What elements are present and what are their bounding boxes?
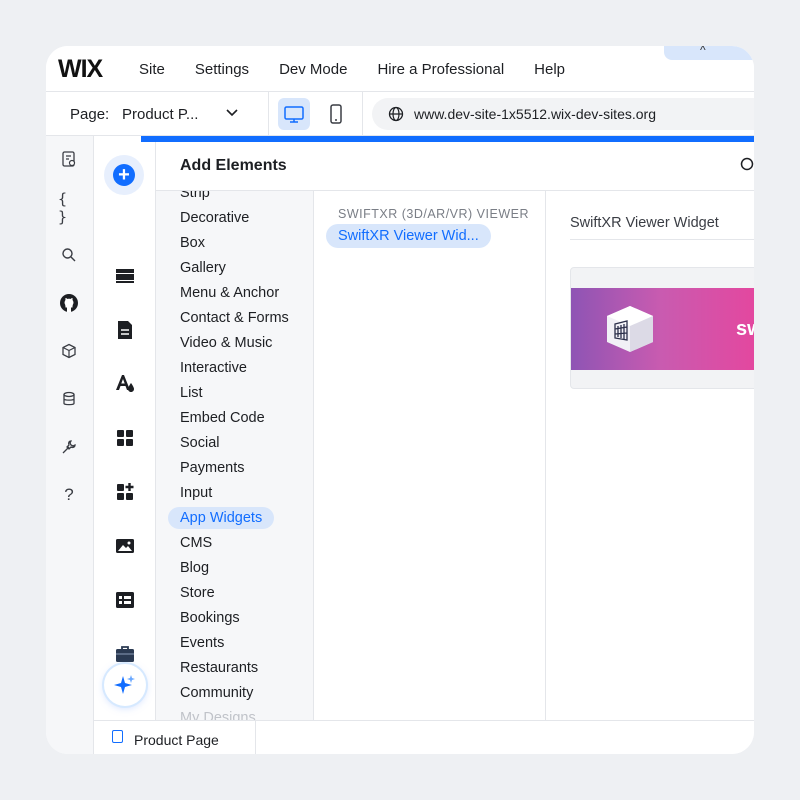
search-icon[interactable] [738, 156, 754, 174]
desktop-view-button[interactable] [278, 98, 310, 130]
main-menu: Site Settings Dev Mode Hire a Profession… [139, 61, 595, 78]
category-item-menu-anchor[interactable]: Menu & Anchor [180, 285, 279, 301]
database-icon[interactable] [58, 388, 80, 410]
category-item-restaurants[interactable]: Restaurants [180, 660, 258, 676]
chevron-up-icon: ^ [700, 46, 706, 57]
divider [362, 92, 363, 136]
theme-icon[interactable] [113, 371, 137, 395]
menu-hire-professional[interactable]: Hire a Professional [377, 61, 504, 78]
category-item-blog[interactable]: Blog [180, 560, 209, 576]
category-item-store[interactable]: Store [180, 585, 215, 601]
category-item-payments[interactable]: Payments [180, 460, 244, 476]
widget-banner-image: sw [571, 288, 754, 370]
ai-assistant-icon [114, 675, 135, 694]
category-item-box[interactable]: Box [180, 235, 205, 251]
divider [570, 239, 754, 240]
site-url: www.dev-site-1x5512.wix-dev-sites.org [414, 106, 656, 122]
subcategory-list: SWIFTXR (3D/AR/VR) VIEWER SwiftXR Viewer… [314, 191, 546, 720]
help-icon[interactable]: ? [58, 484, 80, 506]
top-menu-bar: WIX Site Settings Dev Mode Hire a Profes… [46, 46, 754, 92]
site-url-bar[interactable]: www.dev-site-1x5512.wix-dev-sites.org [372, 98, 754, 130]
package-icon[interactable] [58, 340, 80, 362]
category-item-social[interactable]: Social [180, 435, 220, 451]
page-selector[interactable]: Product P... [122, 106, 198, 123]
add-elements-icon: + [113, 164, 135, 186]
category-item-list[interactable]: List [180, 385, 203, 401]
menu-settings[interactable]: Settings [195, 61, 249, 78]
globe-icon [388, 106, 404, 122]
mobile-icon [330, 104, 342, 124]
apps-icon[interactable] [113, 426, 137, 450]
category-item-decorative[interactable]: Decorative [180, 210, 249, 226]
pages-doc-icon[interactable] [113, 318, 137, 342]
cms-icon[interactable] [113, 588, 137, 612]
github-icon[interactable] [58, 292, 80, 314]
category-item-cms[interactable]: CMS [180, 535, 212, 551]
widget-preview-area: SwiftXR Viewer Widget sw [546, 191, 754, 720]
pages-icon[interactable] [58, 148, 80, 170]
page-toolbar: Page: Product P... www.dev-site-1x5512.w… [46, 92, 754, 136]
preview-title: SwiftXR Viewer Widget [570, 215, 719, 231]
menu-dev-mode[interactable]: Dev Mode [279, 61, 347, 78]
category-item-community[interactable]: Community [180, 685, 253, 701]
subcategory-heading: SWIFTXR (3D/AR/VR) VIEWER [338, 207, 529, 221]
chevron-down-icon[interactable] [224, 102, 240, 122]
page-tab[interactable]: Product Page [94, 721, 256, 754]
subcategory-item-swiftxr[interactable]: SwiftXR Viewer Wid... [326, 224, 491, 248]
category-item-my-designs[interactable]: My Designs [180, 710, 256, 720]
category-item-events[interactable]: Events [180, 635, 224, 651]
tools-icon[interactable] [58, 436, 80, 458]
brand-text: sw [736, 318, 754, 340]
media-icon[interactable] [113, 534, 137, 558]
category-item-bookings[interactable]: Bookings [180, 610, 240, 626]
category-item-gallery[interactable]: Gallery [180, 260, 226, 276]
add-apps-icon[interactable] [113, 480, 137, 504]
menu-site[interactable]: Site [139, 61, 165, 78]
category-item-input[interactable]: Input [180, 485, 212, 501]
widget-preview-card[interactable]: sw [570, 267, 754, 389]
cube-logo-icon [607, 306, 653, 352]
bottom-bar: Product Page [94, 720, 754, 754]
collapse-topbar-button[interactable]: ^ [664, 46, 754, 60]
mobile-view-button[interactable] [320, 98, 352, 130]
editor-window: WIX Site Settings Dev Mode Hire a Profes… [46, 46, 754, 754]
editor-toolbar: + [94, 142, 156, 720]
category-item-app-widgets[interactable]: App Widgets [168, 507, 275, 529]
add-elements-header: Add Elements [156, 142, 754, 191]
business-icon[interactable] [113, 642, 137, 666]
category-list: Strip Decorative Box Gallery Menu & Anch… [156, 191, 314, 720]
category-item-embed-code[interactable]: Embed Code [180, 410, 265, 426]
code-icon[interactable]: { } [58, 190, 80, 226]
wix-logo[interactable]: WIX [58, 55, 103, 84]
category-item-strip[interactable]: Strip [180, 191, 210, 201]
menu-help[interactable]: Help [534, 61, 565, 78]
page-label: Page: [70, 106, 110, 123]
page-tab-label: Product Page [134, 732, 219, 748]
divider [268, 92, 269, 136]
page-icon [112, 730, 123, 743]
panel-title: Add Elements [180, 157, 287, 174]
desktop-icon [284, 106, 304, 123]
search-icon[interactable] [58, 244, 80, 266]
category-item-contact-forms[interactable]: Contact & Forms [180, 310, 289, 326]
sections-icon[interactable] [113, 264, 137, 288]
ai-assistant-button[interactable] [104, 664, 146, 706]
dev-sidebar: { } ? [46, 136, 94, 754]
category-item-interactive[interactable]: Interactive [180, 360, 247, 376]
category-item-video-music[interactable]: Video & Music [180, 335, 272, 351]
add-elements-button[interactable]: + [104, 155, 144, 195]
